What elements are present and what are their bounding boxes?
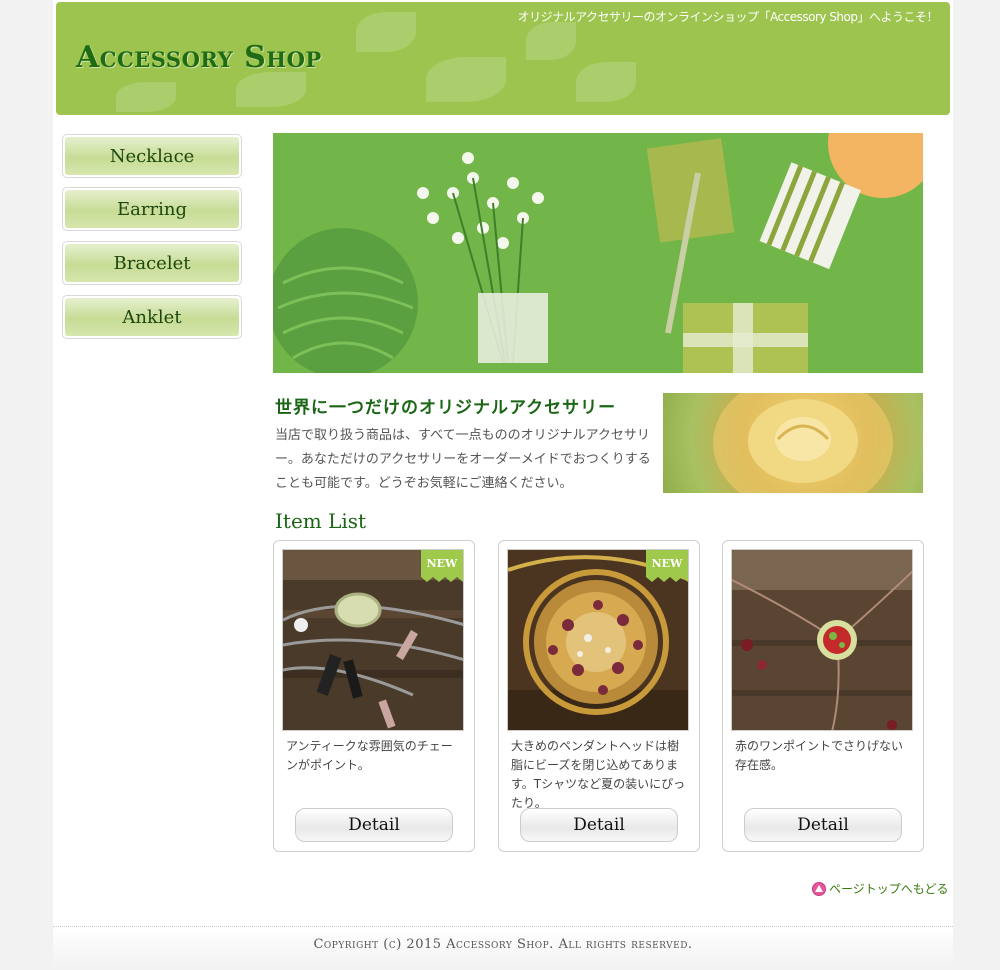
- leaf-decoration: [526, 22, 576, 60]
- new-badge: NEW: [421, 550, 463, 582]
- sidebar-item-earring[interactable]: Earring: [62, 187, 242, 231]
- detail-button[interactable]: Detail: [744, 808, 902, 842]
- sidebar-item-label: Necklace: [65, 137, 239, 175]
- leaf-decoration: [356, 12, 416, 52]
- rose-image: [663, 393, 923, 493]
- page-top-link[interactable]: ページトップへもどる: [812, 880, 949, 897]
- leaf-decoration: [576, 62, 636, 102]
- hero-illustration: [273, 133, 923, 373]
- intro-title: 世界に一つだけのオリジナルアクセサリー: [275, 398, 617, 418]
- site-header: オリジナルアクセサリーのオンラインショップ「Accessory Shop」へよう…: [56, 2, 950, 115]
- hero-image: [273, 133, 923, 373]
- item-card: 赤のワンポイントでさりげない存在感。 Detail: [722, 540, 924, 852]
- item-description: アンティークな雰囲気のチェーンがポイント。: [286, 739, 453, 772]
- intro-text: 当店で取り扱う商品は、すべて一点もののオリジナルアクセサリー。あなただけのアクセ…: [275, 428, 651, 491]
- new-badge: NEW: [646, 550, 688, 582]
- item-photo[interactable]: [731, 549, 913, 731]
- copyright: Copyright (c) 2015 Accessory Shop. All r…: [53, 928, 953, 970]
- footer-divider: [53, 926, 953, 927]
- sidebar-item-label: Earring: [65, 190, 239, 228]
- sidebar-item-necklace[interactable]: Necklace: [62, 134, 242, 178]
- leaf-decoration: [426, 57, 506, 102]
- sidebar-item-anklet[interactable]: Anklet: [62, 295, 242, 339]
- leaf-decoration: [236, 72, 306, 107]
- sidebar-item-label: Anklet: [65, 298, 239, 336]
- leaf-decoration: [116, 82, 176, 112]
- new-badge-label: NEW: [427, 557, 458, 570]
- sidebar-item-label: Bracelet: [65, 244, 239, 282]
- item-card: NEW 大きめのペンダントヘッドは樹脂にビーズを閉じ込めてあります。Tシャツなど…: [498, 540, 700, 852]
- page-top-label: ページトップへもどる: [829, 882, 949, 896]
- item-card: NEW アンティークな雰囲気のチェーンがポイント。 Detail: [273, 540, 475, 852]
- detail-button[interactable]: Detail: [520, 808, 678, 842]
- item-description: 大きめのペンダントヘッドは樹脂にビーズを閉じ込めてあります。Tシャツなど夏の装い…: [511, 739, 686, 810]
- item-description: 赤のワンポイントでさりげない存在感。: [735, 739, 904, 772]
- site-logo[interactable]: Accessory Shop: [76, 40, 322, 75]
- sidebar-item-bracelet[interactable]: Bracelet: [62, 241, 242, 285]
- item-photo[interactable]: NEW: [282, 549, 464, 731]
- item-photo[interactable]: NEW: [507, 549, 689, 731]
- arrow-up-icon: [812, 881, 826, 896]
- item-list-title: Item List: [275, 509, 367, 533]
- welcome-message: オリジナルアクセサリーのオンラインショップ「Accessory Shop」へよう…: [517, 10, 939, 24]
- detail-button[interactable]: Detail: [295, 808, 453, 842]
- red-pendant-photo: [732, 550, 912, 730]
- new-badge-label: NEW: [652, 557, 683, 570]
- rose-illustration: [713, 393, 893, 493]
